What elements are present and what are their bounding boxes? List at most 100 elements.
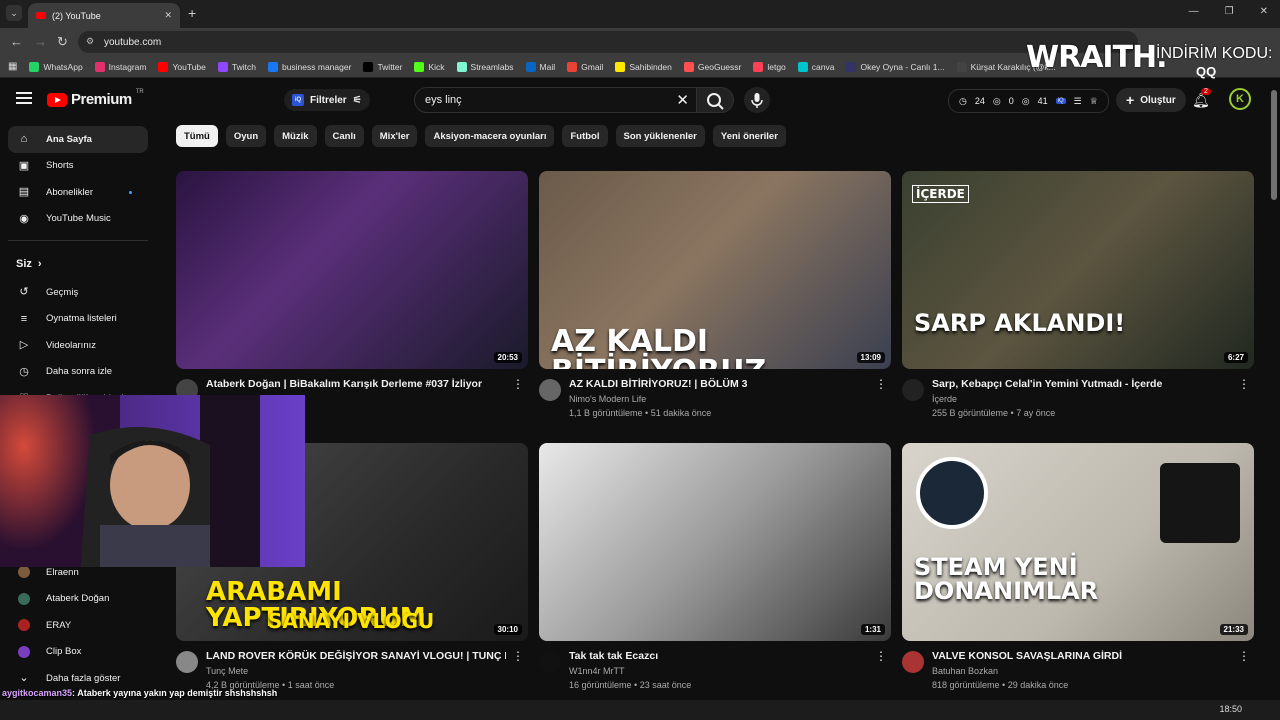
bookmark-item[interactable]: YouTube [158, 61, 206, 72]
minimize-icon[interactable]: — [1189, 6, 1199, 17]
bookmark-item[interactable]: Streamlabs [456, 61, 514, 72]
video-card[interactable]: 20:53 Ataberk Doğan | BiBakalım Karışık D… [176, 171, 528, 429]
tab-search-button[interactable]: ⌄ [6, 5, 22, 21]
create-button[interactable]: + Oluştur [1116, 88, 1186, 112]
video-card[interactable]: İÇERDE SARP AKLANDI! 6:27 Sarp, Kebapçı Cel… [902, 171, 1254, 429]
channel-name[interactable]: Nimo's Modern Life [569, 394, 646, 404]
channel-name[interactable]: Batuhan Bozkan [932, 666, 998, 676]
video-title[interactable]: Sarp, Kebapçı Celal'in Yemini Yutmadı - … [932, 378, 1232, 390]
close-window-icon[interactable]: ✕ [1260, 6, 1268, 17]
channel-avatar[interactable] [539, 651, 561, 673]
video-title[interactable]: LAND ROVER KÖRÜK DEĞİŞİYOR SANAYİ VLOGU!… [206, 650, 506, 662]
channel-avatar[interactable] [539, 379, 561, 401]
video-card[interactable]: 1:31 Tak tak tak Ecazcı W1nn4r MrTT 16 görü… [539, 443, 891, 701]
channel-avatar[interactable] [902, 379, 924, 401]
filter-chip[interactable]: Aksiyon-macera oyunları [425, 125, 555, 147]
bookmark-label: canva [811, 61, 835, 72]
bookmark-item[interactable]: letgo [753, 61, 786, 72]
video-title[interactable]: Tak tak tak Ecazcı [569, 650, 869, 662]
search-input[interactable]: eys linç ✕ [414, 87, 698, 113]
more-options-icon[interactable]: ⋮ [512, 377, 524, 391]
video-card[interactable]: STEAM YENİ DONANIMLAR 21:33 VALVE KONSOL S… [902, 443, 1254, 701]
apps-icon[interactable]: ▦ [8, 61, 17, 72]
clear-search-icon[interactable]: ✕ [676, 91, 689, 109]
filter-chip[interactable]: Oyun [225, 125, 267, 147]
more-options-icon[interactable]: ⋮ [1238, 649, 1250, 663]
bookmark-item[interactable]: Kick [414, 61, 445, 72]
forward-icon[interactable]: → [34, 34, 47, 49]
sidebar-item[interactable]: ↺ Geçmiş [8, 279, 148, 306]
bookmark-item[interactable]: GeoGuessr [683, 61, 741, 72]
filter-chip[interactable]: Tümü [176, 125, 218, 147]
filter-chip[interactable]: Mix'ler [371, 125, 418, 147]
search-button[interactable] [696, 87, 734, 113]
video-title[interactable]: AZ KALDI BİTİRİYORUZ! | BÖLÜM 3 [569, 378, 869, 390]
tab-close-icon[interactable]: ✕ [164, 10, 172, 21]
bookmark-item[interactable]: Mail [525, 61, 555, 72]
sidebar-item-label: Abonelikler [46, 186, 93, 198]
more-options-icon[interactable]: ⋮ [875, 377, 887, 391]
bookmark-item[interactable]: business manager [267, 61, 351, 72]
notifications-button[interactable]: 🔔︎ 2 [1192, 88, 1211, 109]
filter-chip[interactable]: Müzik [274, 125, 317, 147]
taskbar-clock: 18:50 [1219, 704, 1242, 714]
video-thumbnail[interactable]: 20:53 [176, 171, 528, 369]
voice-search-button[interactable] [744, 87, 770, 113]
video-thumbnail[interactable]: 1:31 [539, 443, 891, 641]
channel-name[interactable]: İçerde [932, 394, 957, 404]
youtube-logo[interactable]: Premium TR [47, 89, 144, 108]
url-input[interactable]: ⚙ youtube.com [78, 31, 1138, 53]
bookmark-item[interactable]: Twitter [363, 61, 402, 72]
new-tab-button[interactable]: + [188, 5, 196, 21]
filter-chip[interactable]: Son yüklenenler [615, 125, 705, 147]
sidebar-item[interactable]: ▤ Abonelikler [8, 179, 148, 206]
channel-avatar[interactable] [176, 651, 198, 673]
more-options-icon[interactable]: ⋮ [875, 649, 887, 663]
video-title[interactable]: Ataberk Doğan | BiBakalım Karışık Derlem… [206, 378, 506, 390]
bookmark-item[interactable]: Gmail [567, 61, 603, 72]
filter-chip[interactable]: Yeni öneriler [712, 125, 786, 147]
video-stats: 16 görüntüleme • 23 saat önce [569, 680, 692, 690]
sidebar-item[interactable]: ◷ Daha sonra izle [8, 359, 148, 386]
site-info-icon[interactable]: ⚙ [86, 36, 94, 47]
sidebar-item[interactable]: ≡ Oynatma listeleri [8, 306, 148, 333]
filter-chip[interactable]: Canlı [324, 125, 364, 147]
sidebar-item[interactable]: ▣ Shorts [8, 153, 148, 180]
avatar[interactable]: K [1229, 88, 1251, 110]
subscription-item[interactable]: Clip Box [8, 639, 148, 666]
sidebar-item[interactable]: ◉ YouTube Music [8, 206, 148, 233]
subscription-item[interactable]: ERAY [8, 612, 148, 639]
video-thumbnail[interactable]: İÇERDE SARP AKLANDI! 6:27 [902, 171, 1254, 369]
more-options-icon[interactable]: ⋮ [1238, 377, 1250, 391]
page-scrollbar[interactable] [1271, 90, 1277, 200]
video-card[interactable]: AZ KALDI BİTİRİYORUZ13:09 AZ KALDI BİTİRİ… [539, 171, 891, 429]
subscription-item[interactable]: Ataberk Doğan [8, 586, 148, 613]
bookmark-item[interactable]: WhatsApp [29, 61, 83, 72]
playlist-icon: ≡ [20, 312, 28, 325]
video-title[interactable]: VALVE KONSOL SAVAŞLARINA GİRDİ [932, 650, 1232, 662]
browser-tab[interactable]: (2) YouTube ✕ [28, 3, 180, 28]
channel-name[interactable]: Tunç Mete [206, 666, 248, 676]
filter-chip[interactable]: Futbol [562, 125, 608, 147]
bookmark-item[interactable]: Twitch [217, 61, 256, 72]
bookmark-item[interactable]: Okey Oyna - Canlı 1... [846, 61, 945, 72]
more-options-icon[interactable]: ⋮ [512, 649, 524, 663]
bookmark-item[interactable]: Sahibinden [615, 61, 672, 72]
channel-avatar[interactable] [902, 651, 924, 673]
eye-icon: ◎ [1021, 95, 1030, 106]
reload-icon[interactable]: ↻ [57, 34, 68, 50]
bookmark-item[interactable]: Instagram [94, 61, 146, 72]
stat-c: 41 [1037, 96, 1048, 106]
menu-icon[interactable] [16, 92, 32, 104]
video-thumbnail[interactable]: AZ KALDI BİTİRİYORUZ 13:09 [539, 171, 891, 369]
extension-stats[interactable]: ◷ 24 ◎ 0 ◎ 41 iQ ☰ ♕ [948, 89, 1109, 113]
you-section-title[interactable]: Siz › [8, 249, 148, 279]
back-icon[interactable]: ← [10, 34, 23, 49]
video-thumbnail[interactable]: STEAM YENİ DONANIMLAR 21:33 [902, 443, 1254, 641]
maximize-icon[interactable]: ❐ [1225, 6, 1234, 17]
filters-button[interactable]: iQ Filtreler ⚟ [284, 89, 370, 111]
sidebar-item[interactable]: ▷ Videolarınız [8, 332, 148, 359]
bookmark-item[interactable]: canva [797, 61, 835, 72]
channel-name[interactable]: W1nn4r MrTT [569, 666, 625, 676]
sidebar-item[interactable]: ⌂ Ana Sayfa [8, 126, 148, 153]
